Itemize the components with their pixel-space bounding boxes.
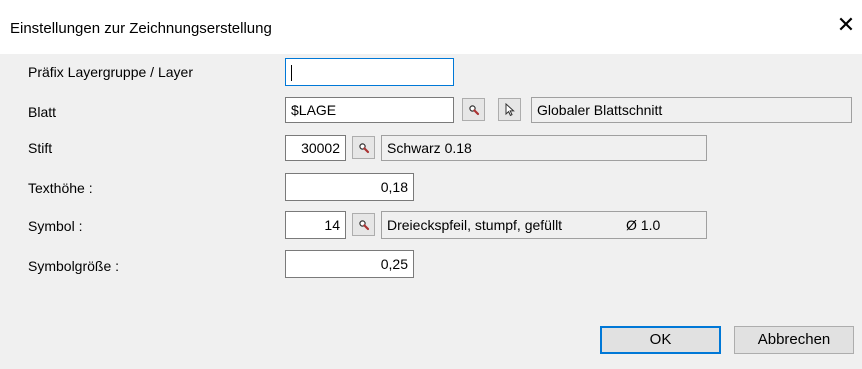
- symbol-search-button[interactable]: [352, 213, 375, 236]
- magnifier-icon: [468, 104, 479, 115]
- stift-search-button[interactable]: [352, 136, 375, 159]
- symbol-description-box: Dreieckspfeil, stumpf, gefüllt Ø 1.0: [381, 211, 707, 239]
- stift-input[interactable]: 30002: [285, 135, 346, 161]
- blatt-input[interactable]: $LAGE: [285, 97, 454, 123]
- close-icon[interactable]: ✕: [836, 14, 856, 36]
- blatt-pick-button[interactable]: [498, 98, 521, 121]
- praefix-input[interactable]: [285, 58, 454, 86]
- blatt-description: Globaler Blattschnitt: [531, 97, 852, 123]
- label-symbol: Symbol :: [28, 218, 83, 234]
- symbol-input[interactable]: 14: [285, 211, 346, 239]
- label-praefix: Präfix Layergruppe / Layer: [28, 64, 193, 80]
- label-stift: Stift: [28, 140, 53, 156]
- text-cursor: [291, 65, 292, 82]
- settings-dialog: Einstellungen zur Zeichnungserstellung ✕…: [0, 0, 862, 369]
- ok-button[interactable]: OK: [600, 326, 721, 354]
- symbolgroesse-input[interactable]: 0,25: [285, 250, 414, 278]
- title-bar: Einstellungen zur Zeichnungserstellung ✕: [0, 0, 862, 54]
- cursor-arrow-icon: [505, 102, 515, 116]
- texthoehe-input[interactable]: 0,18: [285, 173, 414, 201]
- label-blatt: Blatt: [28, 104, 57, 120]
- label-texthoehe: Texthöhe :: [28, 180, 93, 196]
- dialog-title: Einstellungen zur Zeichnungserstellung: [10, 20, 272, 37]
- cancel-button[interactable]: Abbrechen: [734, 326, 854, 354]
- blatt-search-button[interactable]: [462, 98, 485, 121]
- stift-description: Schwarz 0.18: [381, 135, 707, 161]
- label-symbolgroesse: Symbolgröße :: [28, 258, 120, 274]
- symbol-description: Dreieckspfeil, stumpf, gefüllt: [387, 217, 563, 233]
- magnifier-icon: [358, 142, 369, 153]
- symbol-diameter: Ø 1.0: [626, 217, 661, 233]
- magnifier-icon: [358, 219, 369, 230]
